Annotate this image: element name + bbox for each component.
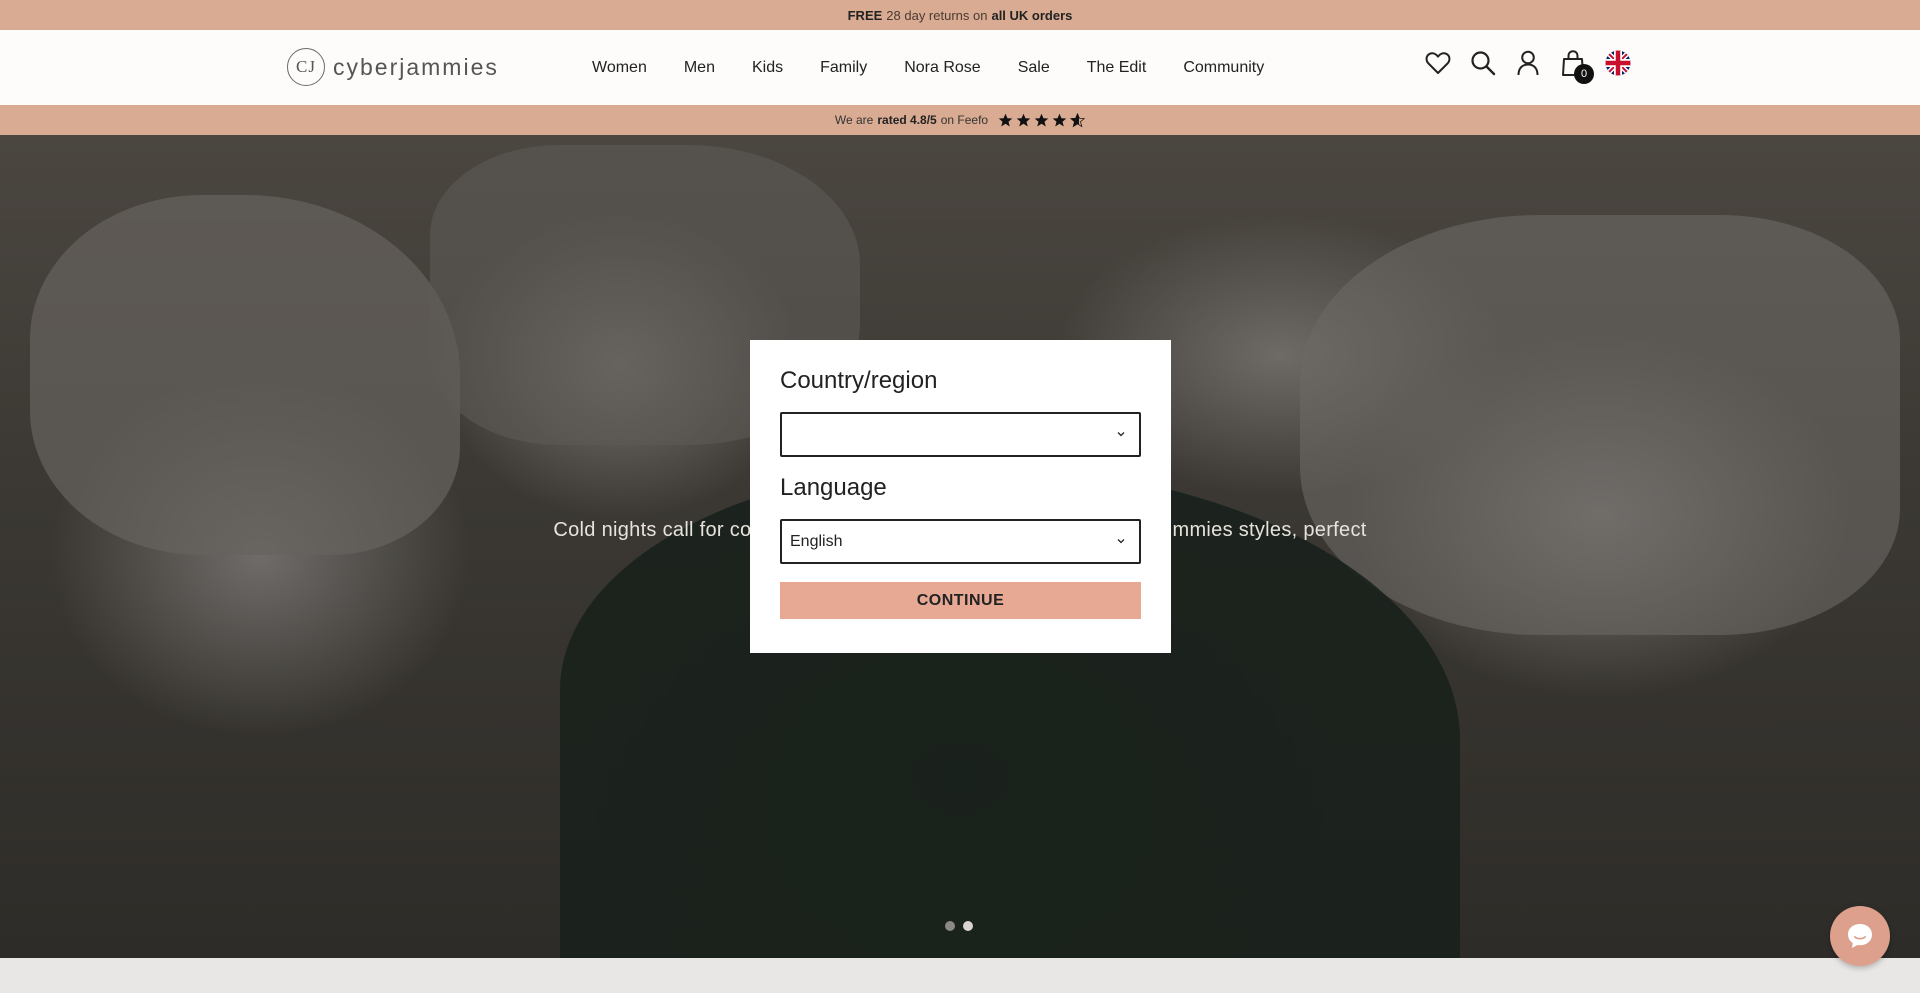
chat-bubble-icon — [1848, 924, 1872, 948]
language-select[interactable]: English — [780, 519, 1141, 564]
star-icon — [1052, 113, 1067, 126]
star-icon — [998, 113, 1013, 126]
nav-item-sale[interactable]: Sale — [1018, 59, 1050, 77]
rating-suffix: on Feefo — [940, 113, 989, 127]
star-half-icon — [1070, 112, 1086, 127]
hero-caption-right: mmies styles, perfect — [1172, 519, 1367, 541]
promo-bar: FREE 28 day returns on all UK orders — [0, 0, 1920, 30]
star-icon — [1034, 113, 1049, 126]
header-icons: 0 — [1425, 48, 1631, 84]
promo-text: 28 day returns on — [886, 7, 988, 23]
heart-icon[interactable] — [1425, 48, 1451, 78]
rating-prefix: We are — [834, 113, 874, 127]
hero-image-pillow — [1300, 215, 1900, 635]
nav-item-men[interactable]: Men — [684, 59, 715, 77]
star-icon — [1016, 113, 1031, 126]
cart-count-badge: 0 — [1574, 64, 1594, 84]
main-nav: Women Men Kids Family Nora Rose Sale The… — [592, 30, 1301, 105]
nav-item-family[interactable]: Family — [820, 59, 867, 77]
chevron-down-icon — [1117, 432, 1125, 437]
promo-free: FREE — [847, 7, 883, 23]
locale-modal: Country/region Language English CONTINUE — [750, 340, 1171, 653]
brand-logo[interactable]: CJ cyberjammies — [287, 48, 499, 86]
promo-uk: all UK orders — [991, 7, 1073, 23]
chevron-down-icon — [1117, 539, 1125, 544]
hero-caption-left: Cold nights call for co — [553, 519, 752, 541]
bag-icon[interactable]: 0 — [1560, 48, 1594, 84]
nav-item-kids[interactable]: Kids — [752, 59, 783, 77]
nav-item-the-edit[interactable]: The Edit — [1087, 59, 1147, 77]
page-bottom-strip — [0, 958, 1920, 993]
carousel-dot-2[interactable] — [963, 921, 973, 931]
nav-item-women[interactable]: Women — [592, 59, 647, 77]
logo-mark: CJ — [287, 48, 325, 86]
rating-bar[interactable]: We are rated 4.8/5 on Feefo — [0, 105, 1920, 135]
language-select-value: English — [790, 532, 843, 550]
hero-image-pillow — [30, 195, 460, 555]
search-icon[interactable] — [1470, 48, 1496, 78]
nav-item-nora-rose[interactable]: Nora Rose — [904, 59, 980, 77]
country-label: Country/region — [780, 367, 938, 394]
uk-flag-icon[interactable] — [1605, 48, 1631, 78]
language-label: Language — [780, 474, 887, 501]
nav-item-community[interactable]: Community — [1183, 59, 1264, 77]
carousel-dot-1[interactable] — [945, 921, 955, 931]
user-icon[interactable] — [1515, 48, 1541, 78]
continue-button[interactable]: CONTINUE — [780, 582, 1141, 619]
carousel-dots — [945, 921, 973, 931]
rating-value: rated 4.8/5 — [877, 113, 937, 127]
country-select[interactable] — [780, 412, 1141, 457]
chat-launcher[interactable] — [1830, 906, 1890, 966]
site-header: CJ cyberjammies Women Men Kids Family No… — [0, 30, 1920, 105]
logo-text: cyberjammies — [333, 53, 499, 80]
rating-stars — [998, 112, 1086, 128]
